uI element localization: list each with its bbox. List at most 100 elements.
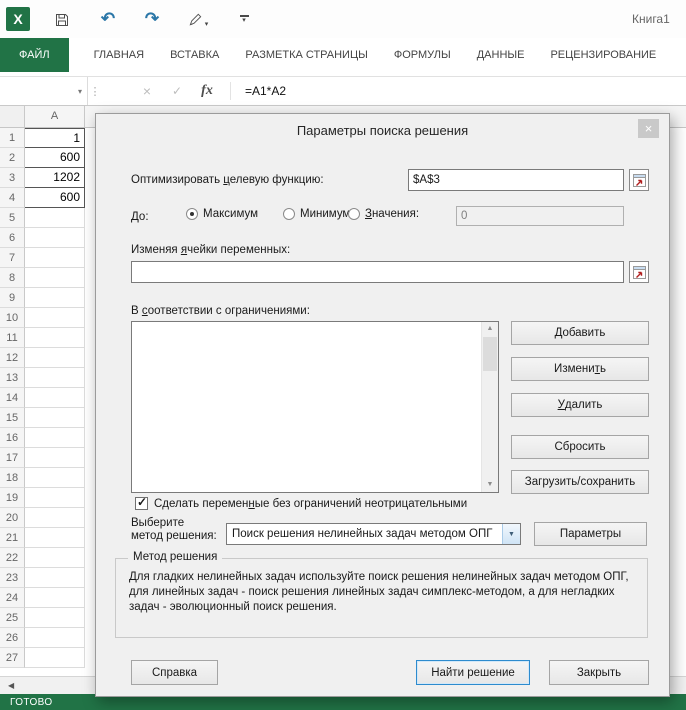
cell-A17[interactable] [25,448,85,468]
cell-A8[interactable] [25,268,85,288]
cell-A24[interactable] [25,588,85,608]
column-header-a[interactable]: A [25,106,85,127]
ribbon-tab-review[interactable]: РЕЦЕНЗИРОВАНИЕ [537,38,669,72]
formula-bar-grip-icon[interactable]: ⋮ [88,85,102,98]
cell-A5[interactable] [25,208,85,228]
ribbon-tab-page-layout[interactable]: РАЗМЕТКА СТРАНИЦЫ [232,38,380,72]
row-header-2[interactable]: 2 [0,148,25,168]
solve-button[interactable]: Найти решение [416,660,530,685]
row-header-23[interactable]: 23 [0,568,25,588]
row-header-27[interactable]: 27 [0,648,25,668]
cell-A3[interactable]: 1202 [25,168,85,188]
delete-button[interactable]: Удалить [511,393,649,417]
radio-maximum[interactable]: Максимум [186,208,258,220]
customize-qat-icon[interactable]: ▾ [232,8,256,30]
row-header-9[interactable]: 9 [0,288,25,308]
row-header-6[interactable]: 6 [0,228,25,248]
cell-A2[interactable]: 600 [25,148,85,168]
radio-minimum[interactable]: Минимум [283,208,350,220]
cell-A22[interactable] [25,548,85,568]
scroll-down-icon[interactable]: ▼ [487,478,494,492]
nonnegative-checkbox[interactable]: ✓ Сделать переменные без ограничений нео… [135,495,467,510]
scroll-up-icon[interactable]: ▲ [487,322,494,336]
options-button[interactable]: Параметры [534,522,647,546]
row-header-17[interactable]: 17 [0,448,25,468]
close-button[interactable]: Закрыть [549,660,649,685]
sheet-nav-left-icon[interactable]: ◀ [8,681,14,690]
cell-A10[interactable] [25,308,85,328]
load-save-button[interactable]: Загрузить/сохранить [511,470,649,494]
cell-A4[interactable]: 600 [25,188,85,208]
row-header-1[interactable]: 1 [0,128,25,148]
enter-icon[interactable]: ✓ [162,84,192,98]
row-header-21[interactable]: 21 [0,528,25,548]
row-header-16[interactable]: 16 [0,428,25,448]
row-header-5[interactable]: 5 [0,208,25,228]
row-header-18[interactable]: 18 [0,468,25,488]
method-dropdown[interactable]: Поиск решения нелинейных задач методом О… [226,523,521,545]
cell-A20[interactable] [25,508,85,528]
dropdown-arrow-button[interactable]: ▼ [502,524,520,544]
undo-icon[interactable]: ↶ [96,8,120,30]
ribbon-tab-file[interactable]: ФАЙЛ [0,38,69,72]
help-button[interactable]: Справка [131,660,218,685]
save-icon[interactable] [50,9,74,31]
name-box-dropdown-icon[interactable]: ▾ [78,87,82,96]
cell-A21[interactable] [25,528,85,548]
ribbon-tab-formulas[interactable]: ФОРМУЛЫ [381,38,464,72]
cell-A7[interactable] [25,248,85,268]
row-header-20[interactable]: 20 [0,508,25,528]
cell-A13[interactable] [25,368,85,388]
cell-A27[interactable] [25,648,85,668]
row-header-13[interactable]: 13 [0,368,25,388]
row-header-12[interactable]: 12 [0,348,25,368]
radio-value-of[interactable]: Значения: [348,208,419,220]
row-header-19[interactable]: 19 [0,488,25,508]
cell-A15[interactable] [25,408,85,428]
row-header-3[interactable]: 3 [0,168,25,188]
row-header-11[interactable]: 11 [0,328,25,348]
checkbox-box[interactable]: ✓ [135,495,148,510]
row-header-24[interactable]: 24 [0,588,25,608]
name-box[interactable]: ▾ [0,77,88,105]
cell-A14[interactable] [25,388,85,408]
row-header-22[interactable]: 22 [0,548,25,568]
cell-A23[interactable] [25,568,85,588]
row-header-14[interactable]: 14 [0,388,25,408]
pen-icon[interactable]: ▾ [186,8,210,30]
add-button[interactable]: Добавить [511,321,649,345]
row-header-10[interactable]: 10 [0,308,25,328]
ribbon-tab-data[interactable]: ДАННЫЕ [464,38,538,72]
row-header-8[interactable]: 8 [0,268,25,288]
change-button[interactable]: Измени т ь [511,357,649,381]
pen-dropdown-icon[interactable]: ▾ [205,20,209,28]
select-all-corner[interactable] [0,106,25,127]
cell-A1[interactable]: 1 [25,128,85,148]
row-header-25[interactable]: 25 [0,608,25,628]
cell-A9[interactable] [25,288,85,308]
cell-A25[interactable] [25,608,85,628]
radio-minimum-label: Минимум [300,208,351,220]
cell-A18[interactable] [25,468,85,488]
row-header-7[interactable]: 7 [0,248,25,268]
cell-A11[interactable] [25,328,85,348]
row-header-15[interactable]: 15 [0,408,25,428]
cell-A12[interactable] [25,348,85,368]
reset-button[interactable]: Сбросить [511,435,649,459]
row-header-26[interactable]: 26 [0,628,25,648]
cell-A16[interactable] [25,428,85,448]
excel-logo-icon[interactable]: X [6,7,30,31]
cell-A26[interactable] [25,628,85,648]
cell-A6[interactable] [25,228,85,248]
insert-function-icon[interactable]: fx [192,83,222,99]
formula-input[interactable]: =A1*A2 [239,84,286,98]
listbox-scrollbar[interactable]: ▲ ▼ [481,322,498,492]
cancel-icon[interactable]: × [132,83,162,99]
redo-icon[interactable]: ↷ [140,8,164,30]
row-header-4[interactable]: 4 [0,188,25,208]
cell-A19[interactable] [25,488,85,508]
constraints-listbox[interactable]: ▲ ▼ [131,321,499,493]
scroll-thumb[interactable] [483,337,497,371]
ribbon-tab-insert[interactable]: ВСТАВКА [157,38,232,72]
ribbon-tab-home[interactable]: ГЛАВНАЯ [81,38,157,72]
